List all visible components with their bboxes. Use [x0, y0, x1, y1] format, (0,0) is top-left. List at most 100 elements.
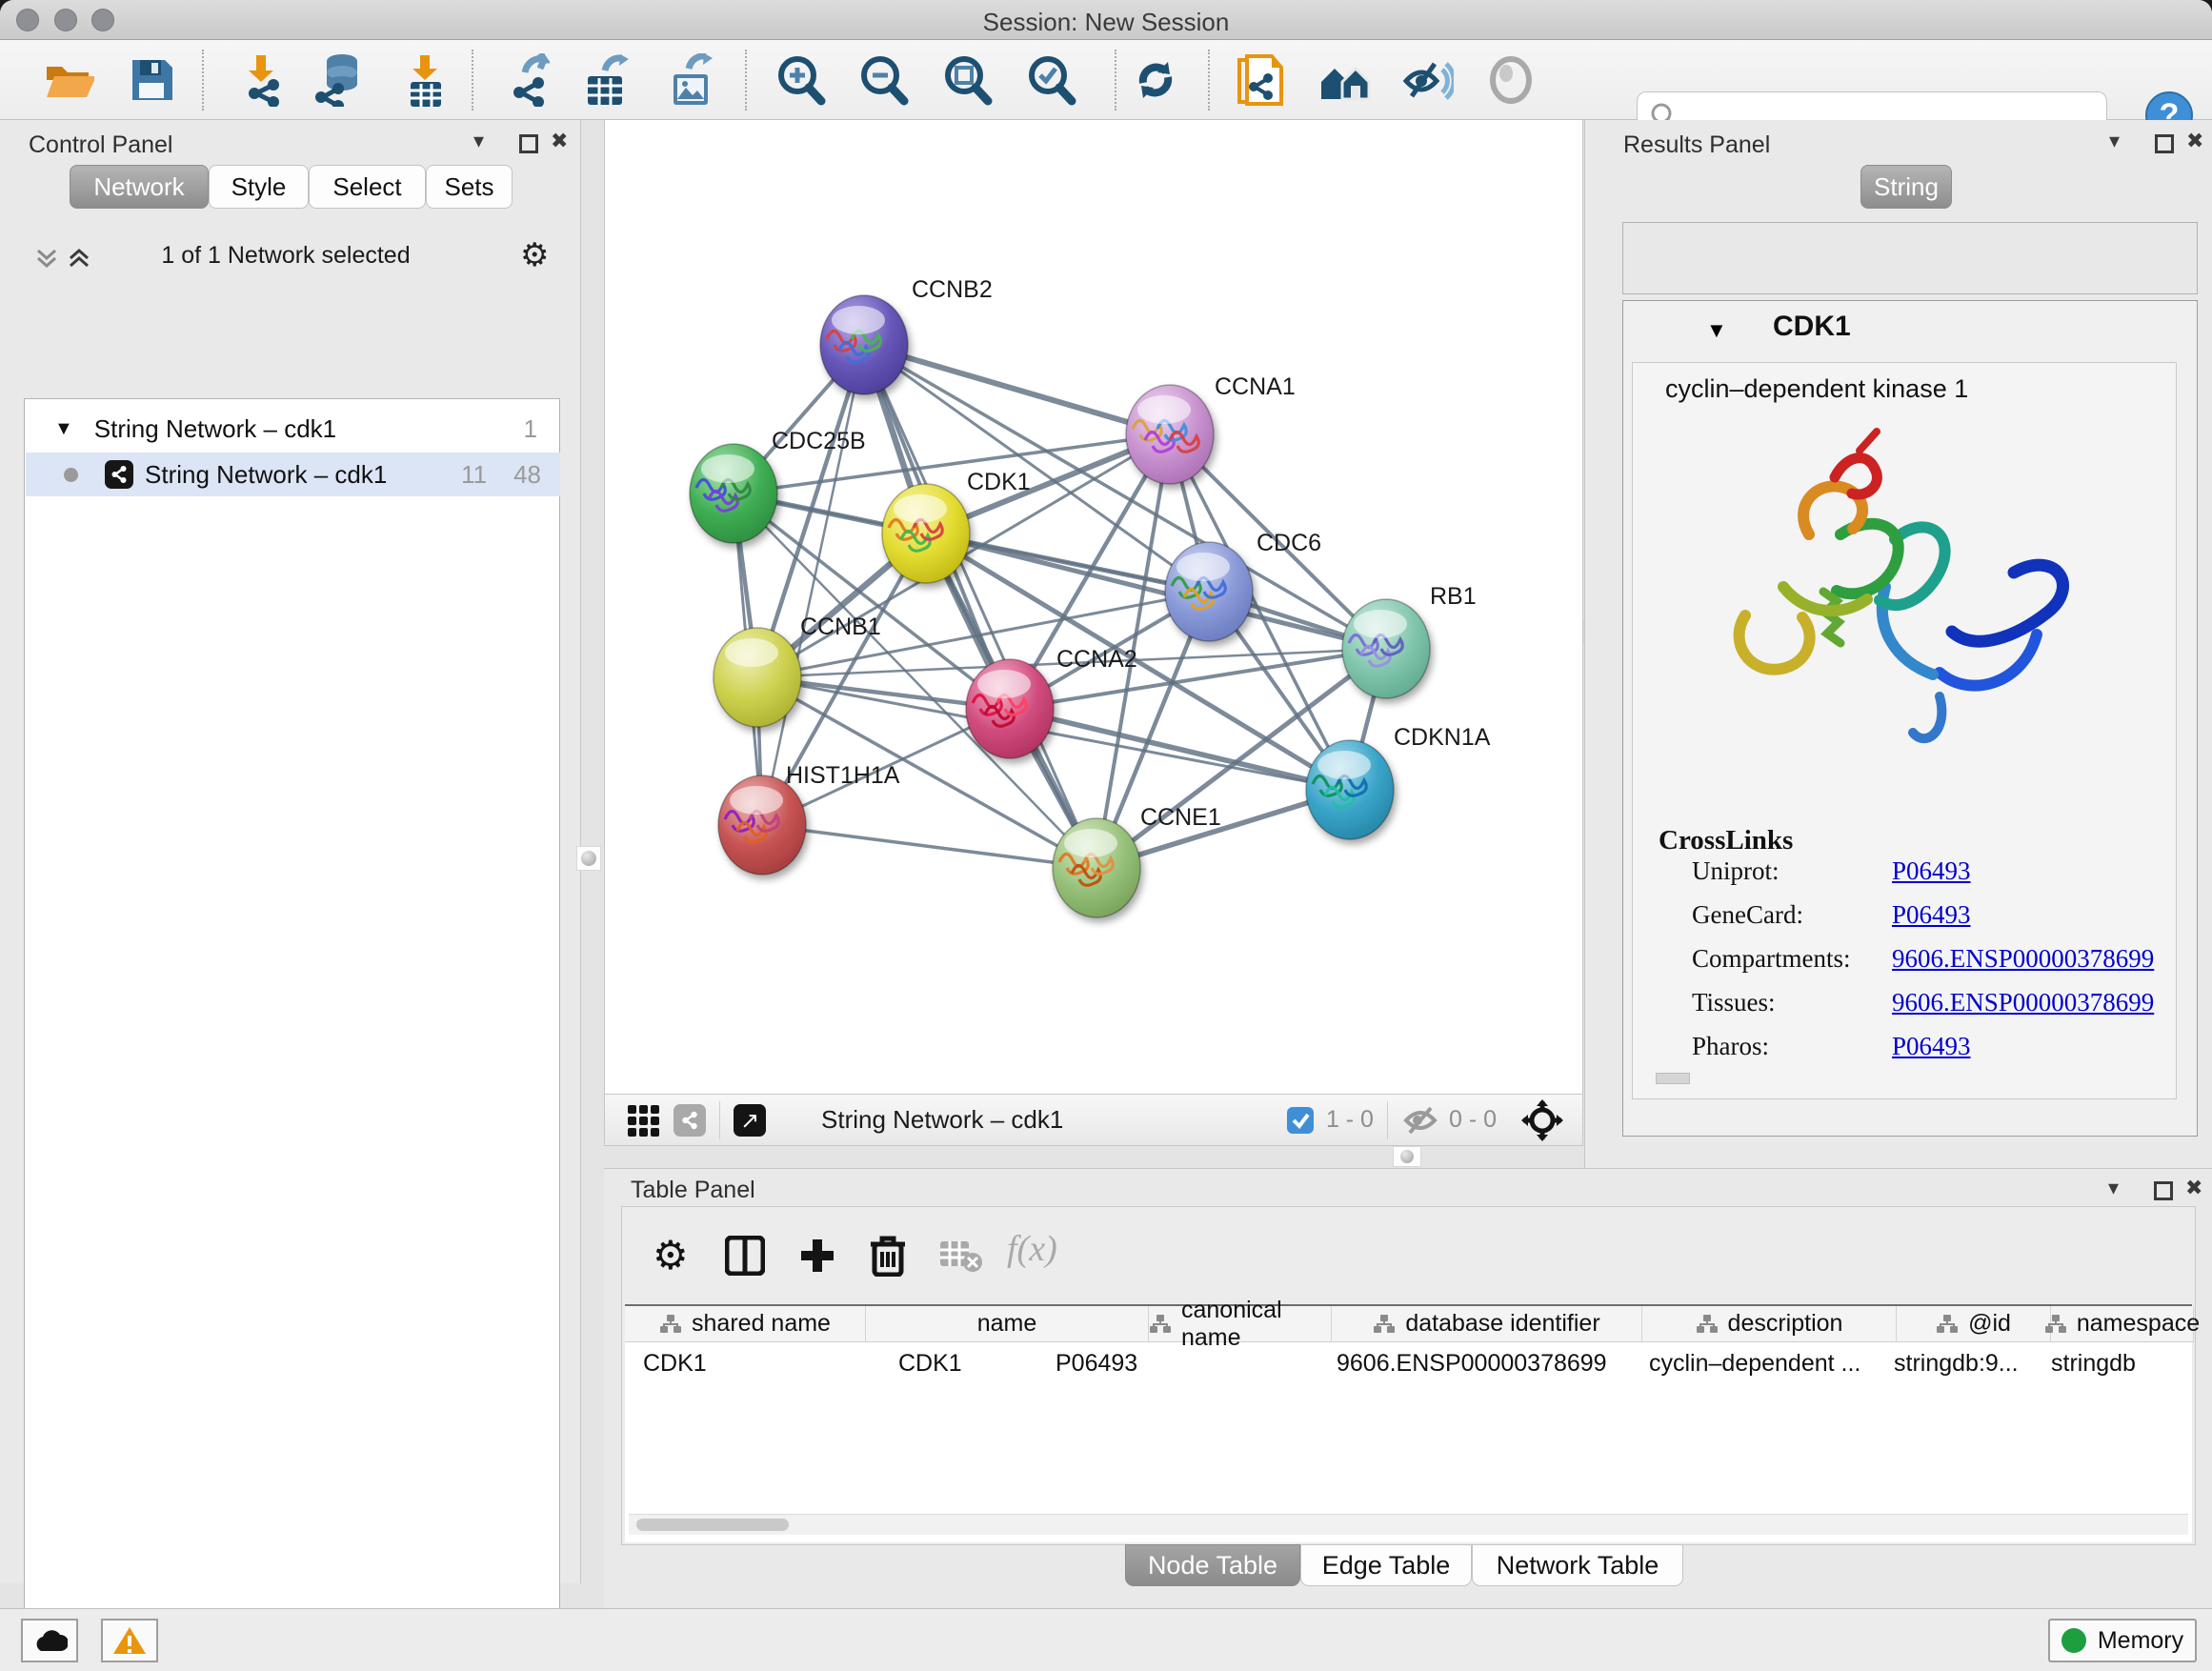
- table-gear-icon[interactable]: ⚙: [653, 1232, 689, 1278]
- import-table-icon[interactable]: [398, 53, 452, 107]
- birdseye-crosshair-icon[interactable]: [1521, 1099, 1563, 1141]
- export-image-icon[interactable]: [665, 53, 718, 107]
- tab-select[interactable]: Select: [309, 165, 426, 209]
- left-splitter-handle[interactable]: [576, 846, 601, 871]
- column-header-name[interactable]: name: [866, 1306, 1149, 1342]
- column-header-database-identifier[interactable]: database identifier: [1332, 1306, 1642, 1342]
- edge-CCNB2-CCNE1[interactable]: [864, 345, 1096, 868]
- warnings-button[interactable]: [101, 1619, 158, 1662]
- string-network-graph[interactable]: CCNB2CCNA1CDC25BCDK1CDC6RB1CCNB1CCNA2CDK…: [605, 120, 1584, 1094]
- expand-all-tree-icon[interactable]: [67, 246, 91, 271]
- crosslink-link[interactable]: P06493: [1892, 1032, 1971, 1060]
- zoom-in-icon[interactable]: [774, 53, 827, 107]
- delete-column-trash-icon[interactable]: [868, 1233, 908, 1277]
- share-document-icon[interactable]: [1234, 53, 1287, 107]
- add-column-icon[interactable]: [797, 1236, 837, 1276]
- cell-database-identifier[interactable]: 9606.ENSP00000378699: [1337, 1350, 1607, 1378]
- node-CCNA1[interactable]: [1126, 385, 1214, 484]
- control-panel-float-icon[interactable]: [519, 134, 538, 153]
- collection-expander-icon[interactable]: ▼: [54, 418, 73, 440]
- node-RB1[interactable]: [1342, 599, 1430, 698]
- hidden-eye-icon[interactable]: [1401, 1104, 1439, 1137]
- tab-sets[interactable]: Sets: [426, 165, 513, 209]
- crosslink-link[interactable]: P06493: [1892, 856, 1971, 885]
- cell-shared-name[interactable]: CDK1: [643, 1350, 707, 1378]
- edge-HIST1H1A-CCNE1[interactable]: [762, 825, 1096, 868]
- memory-button[interactable]: Memory: [2048, 1619, 2197, 1662]
- cell-description[interactable]: cyclin–dependent ...: [1649, 1350, 1860, 1378]
- zoom-fit-icon[interactable]: [940, 53, 994, 107]
- results-panel-menu-icon[interactable]: ▾: [2109, 130, 2120, 153]
- zoom-out-icon[interactable]: [856, 53, 910, 107]
- protein-structure-image[interactable]: [1690, 411, 2109, 820]
- collapse-all-tree-icon[interactable]: [34, 246, 59, 271]
- column-header-shared-name[interactable]: shared name: [625, 1306, 866, 1342]
- show-columns-icon[interactable]: [725, 1236, 765, 1276]
- table-panel-float-icon[interactable]: [2154, 1181, 2173, 1200]
- control-panel-menu-icon[interactable]: ▾: [473, 130, 484, 153]
- node-CCNB1[interactable]: [714, 628, 801, 727]
- table-hscrollbar-thumb[interactable]: [636, 1519, 789, 1531]
- node-CCNA2[interactable]: [966, 659, 1054, 758]
- control-panel-close-icon[interactable]: ✖: [551, 130, 568, 153]
- tab-node-table[interactable]: Node Table: [1125, 1544, 1300, 1586]
- memory-label: Memory: [2098, 1627, 2183, 1655]
- import-database-icon[interactable]: [312, 53, 366, 107]
- hide-details-eye-icon[interactable]: [1400, 53, 1454, 107]
- zoom-selected-icon[interactable]: [1024, 53, 1077, 107]
- column-header-description[interactable]: description: [1642, 1306, 1897, 1342]
- cell-canonical-name[interactable]: P06493: [1056, 1350, 1137, 1378]
- import-network-icon[interactable]: [233, 53, 287, 107]
- table-panel-menu-icon[interactable]: ▾: [2108, 1177, 2119, 1200]
- network-row-selected[interactable]: String Network – cdk1 11 48: [26, 453, 560, 496]
- tab-style[interactable]: Style: [209, 165, 309, 209]
- results-panel-float-icon[interactable]: [2155, 134, 2174, 153]
- node-CDK1[interactable]: [882, 484, 970, 583]
- node-HIST1H1A[interactable]: [718, 775, 806, 875]
- function-builder-icon[interactable]: f(x): [1007, 1228, 1057, 1270]
- crosslink-link[interactable]: 9606.ENSP00000378699: [1892, 944, 2154, 973]
- detach-view-icon[interactable]: ↗: [734, 1104, 766, 1137]
- node-CCNE1[interactable]: [1053, 818, 1140, 917]
- table-hscrollbar-track[interactable]: [629, 1514, 2188, 1535]
- results-hscrollbar-thumb[interactable]: [1656, 1073, 1690, 1084]
- open-session-icon[interactable]: [43, 53, 96, 107]
- node-CCNB2[interactable]: [820, 295, 908, 394]
- crosslink-link[interactable]: P06493: [1892, 900, 1971, 929]
- node-CDKN1A[interactable]: [1306, 740, 1394, 839]
- nav-separator: [719, 1101, 720, 1139]
- selected-checkbox-icon[interactable]: [1286, 1106, 1315, 1135]
- section-collapse-icon[interactable]: ▼: [1706, 318, 1727, 343]
- tab-network[interactable]: Network: [70, 165, 209, 209]
- tab-string[interactable]: String: [1860, 165, 1952, 209]
- cell-namespace[interactable]: stringdb: [2051, 1350, 2136, 1378]
- home-icon[interactable]: [1317, 53, 1371, 107]
- column-header-@id[interactable]: @id: [1897, 1306, 2051, 1342]
- column-header-canonical-name[interactable]: canonical name: [1149, 1306, 1332, 1342]
- cell-name[interactable]: CDK1: [898, 1350, 962, 1378]
- delete-table-icon[interactable]: [938, 1238, 982, 1274]
- column-header-namespace[interactable]: namespace: [2051, 1306, 2194, 1342]
- save-session-icon[interactable]: [126, 53, 179, 107]
- network-view-canvas[interactable]: CCNB2CCNA1CDC25BCDK1CDC6RB1CCNB1CCNA2CDK…: [604, 120, 1583, 1094]
- cloud-button[interactable]: [21, 1619, 78, 1662]
- crosslink-link[interactable]: 9606.ENSP00000378699: [1892, 988, 2154, 1017]
- grid-view-icon[interactable]: [626, 1103, 660, 1137]
- export-table-icon[interactable]: [579, 53, 633, 107]
- network-overview-icon[interactable]: [674, 1104, 706, 1137]
- cell-@id[interactable]: stringdb:9...: [1894, 1350, 2019, 1378]
- crosslink-label: GeneCard:: [1692, 900, 1892, 930]
- node-CDC25B[interactable]: [690, 444, 777, 543]
- bottom-splitter-handle[interactable]: [1393, 1146, 1421, 1167]
- table-panel-close-icon[interactable]: ✖: [2185, 1177, 2202, 1200]
- network-collection-row[interactable]: ▼ String Network – cdk1 1: [26, 407, 560, 451]
- node-CDC6[interactable]: [1165, 542, 1253, 641]
- results-panel-close-icon[interactable]: ✖: [2186, 130, 2203, 153]
- export-network-icon[interactable]: [498, 53, 552, 107]
- edge-CCNB2-CCNA1[interactable]: [864, 345, 1170, 434]
- tab-network-table[interactable]: Network Table: [1472, 1544, 1683, 1586]
- network-options-gear-icon[interactable]: ⚙: [520, 236, 549, 274]
- show-details-eye-icon[interactable]: [1484, 53, 1538, 107]
- refresh-icon[interactable]: [1129, 53, 1182, 107]
- tab-edge-table[interactable]: Edge Table: [1300, 1544, 1472, 1586]
